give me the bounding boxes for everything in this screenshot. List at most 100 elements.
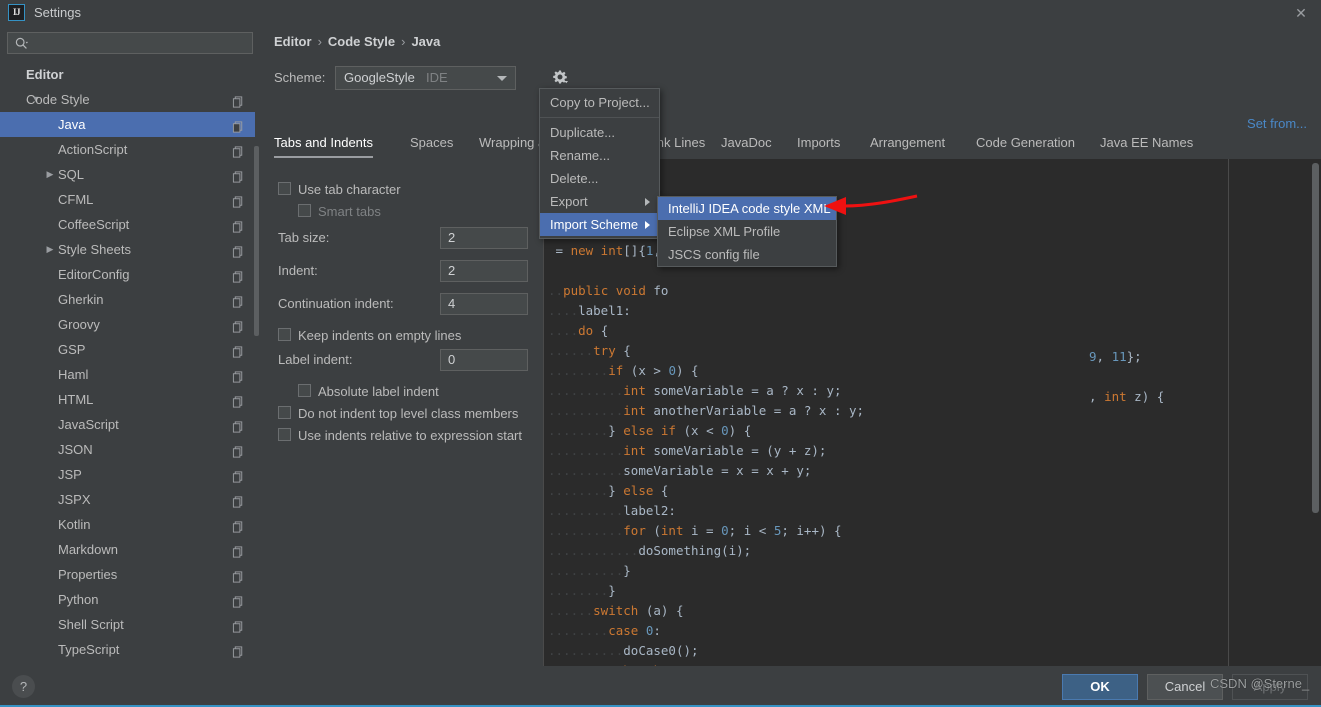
copy-icon[interactable]: [232, 267, 245, 283]
breadcrumb-item-java: Java: [411, 34, 441, 49]
sidebar-item-json[interactable]: JSON: [0, 437, 255, 462]
submenu-item-label: JSCS config file: [668, 247, 760, 262]
copy-icon[interactable]: [232, 467, 245, 483]
copy-icon[interactable]: [232, 117, 245, 133]
copy-icon[interactable]: [232, 367, 245, 383]
sidebar-item-jspx[interactable]: JSPX: [0, 487, 255, 512]
submenu-item-eclipse-xml-profile[interactable]: Eclipse XML Profile: [658, 220, 836, 243]
tab-imports[interactable]: Imports: [797, 128, 840, 158]
preview-scrollbar[interactable]: [1312, 163, 1319, 513]
sidebar: Editor ▼ Code Style Java ActionScript ▶ SQL CF…: [0, 26, 261, 666]
copy-icon[interactable]: [232, 242, 245, 258]
copy-icon[interactable]: [232, 142, 245, 158]
sidebar-scrollbar[interactable]: [254, 146, 259, 336]
copy-icon[interactable]: [232, 342, 245, 358]
sidebar-item-label: ActionScript: [58, 142, 128, 157]
close-icon[interactable]: ✕: [1291, 4, 1311, 22]
code-line: ......try {: [548, 343, 631, 358]
field-input[interactable]: 2: [440, 260, 528, 282]
copy-icon[interactable]: [232, 217, 245, 233]
sidebar-item-gsp[interactable]: GSP: [0, 337, 255, 362]
help-button[interactable]: ?: [12, 675, 35, 698]
breadcrumb-item-code-style[interactable]: Code Style: [328, 34, 395, 49]
copy-icon[interactable]: [232, 417, 245, 433]
copy-icon[interactable]: [232, 517, 245, 533]
copy-icon[interactable]: [232, 392, 245, 408]
field-input[interactable]: 0: [440, 349, 528, 371]
sidebar-item-typescript[interactable]: TypeScript: [0, 637, 255, 662]
checkbox-icon[interactable]: [278, 406, 291, 419]
sidebar-item-markdown[interactable]: Markdown: [0, 537, 255, 562]
submenu-item-jscs-config-file[interactable]: JSCS config file: [658, 243, 836, 266]
menu-item-export[interactable]: Export: [540, 190, 659, 213]
field-input[interactable]: 4: [440, 293, 528, 315]
breadcrumb: Editor › Code Style › Java: [274, 34, 440, 49]
search-field[interactable]: [7, 32, 253, 54]
right-margin-guide: [1228, 159, 1229, 666]
code-line: ..........int someVariable = (y + z);: [548, 443, 827, 458]
code-line: ........} else {: [548, 483, 669, 498]
sidebar-item-sql[interactable]: ▶ SQL: [0, 162, 255, 187]
copy-icon[interactable]: [232, 492, 245, 508]
sidebar-group-editor: Editor: [0, 62, 255, 87]
copy-icon[interactable]: [232, 567, 245, 583]
sidebar-item-actionscript[interactable]: ActionScript: [0, 137, 255, 162]
menu-item-rename[interactable]: Rename...: [540, 144, 659, 167]
sidebar-item-haml[interactable]: Haml: [0, 362, 255, 387]
scheme-dropdown[interactable]: GoogleStyle IDE: [335, 66, 516, 90]
sidebar-item-java[interactable]: Java: [0, 112, 255, 137]
copy-icon[interactable]: [232, 192, 245, 208]
code-line: ..........label2:: [548, 503, 676, 518]
tab-java-ee-names[interactable]: Java EE Names: [1100, 128, 1193, 158]
field-input[interactable]: 2: [440, 227, 528, 249]
import-scheme-submenu: IntelliJ IDEA code style XML Eclipse XML …: [657, 196, 837, 267]
search-input[interactable]: [34, 35, 248, 54]
sidebar-item-groovy[interactable]: Groovy: [0, 312, 255, 337]
checkbox-label: Keep indents on empty lines: [298, 328, 462, 343]
sidebar-item-javascript[interactable]: JavaScript: [0, 412, 255, 437]
checkbox-icon[interactable]: [278, 428, 291, 441]
sidebar-item-jsp[interactable]: JSP: [0, 462, 255, 487]
breadcrumb-item-editor[interactable]: Editor: [274, 34, 312, 49]
copy-icon[interactable]: [232, 617, 245, 633]
copy-icon[interactable]: [232, 442, 245, 458]
tab-code-generation[interactable]: Code Generation: [976, 128, 1075, 158]
menu-item-copy-to-project[interactable]: Copy to Project...: [540, 91, 659, 114]
tab-tabs-and-indents[interactable]: Tabs and Indents: [274, 128, 374, 158]
sidebar-item-editorconfig[interactable]: EditorConfig: [0, 262, 255, 287]
submenu-item-intellij-idea-code-style-xml[interactable]: IntelliJ IDEA code style XML: [658, 197, 836, 220]
sidebar-item-shell-script[interactable]: Shell Script: [0, 612, 255, 637]
checkbox-icon[interactable]: [298, 384, 311, 397]
copy-icon[interactable]: [232, 542, 245, 558]
sidebar-item-style-sheets[interactable]: ▶ Style Sheets: [0, 237, 255, 262]
copy-icon[interactable]: [232, 592, 245, 608]
checkbox-icon[interactable]: [298, 204, 311, 217]
menu-item-label: Export: [550, 194, 588, 209]
checkbox-icon[interactable]: [278, 328, 291, 341]
copy-icon[interactable]: [232, 92, 245, 108]
sidebar-item-gherkin[interactable]: Gherkin: [0, 287, 255, 312]
expand-arrow-icon[interactable]: ▶: [44, 237, 56, 262]
sidebar-item-kotlin[interactable]: Kotlin: [0, 512, 255, 537]
copy-icon[interactable]: [232, 167, 245, 183]
menu-item-import-scheme[interactable]: Import Scheme: [540, 213, 659, 236]
tab-javadoc[interactable]: JavaDoc: [721, 128, 772, 158]
checkbox-icon[interactable]: [278, 182, 291, 195]
menu-item-duplicate[interactable]: Duplicate...: [540, 121, 659, 144]
gear-icon[interactable]: [550, 68, 570, 88]
ok-button[interactable]: OK: [1062, 674, 1138, 700]
sidebar-item-coffeescript[interactable]: CoffeeScript: [0, 212, 255, 237]
sidebar-item-html[interactable]: HTML: [0, 387, 255, 412]
code-line: ..........someVariable = x = x + y;: [548, 463, 812, 478]
copy-icon[interactable]: [232, 317, 245, 333]
sidebar-item-cfml[interactable]: CFML: [0, 187, 255, 212]
sidebar-item-code-style[interactable]: ▼ Code Style: [0, 87, 255, 112]
copy-icon[interactable]: [232, 642, 245, 658]
copy-icon[interactable]: [232, 292, 245, 308]
sidebar-item-python[interactable]: Python: [0, 587, 255, 612]
menu-item-delete[interactable]: Delete...: [540, 167, 659, 190]
tab-spaces[interactable]: Spaces: [410, 128, 453, 158]
sidebar-item-properties[interactable]: Properties: [0, 562, 255, 587]
expand-arrow-icon[interactable]: ▶: [44, 162, 56, 187]
tab-arrangement[interactable]: Arrangement: [870, 128, 945, 158]
